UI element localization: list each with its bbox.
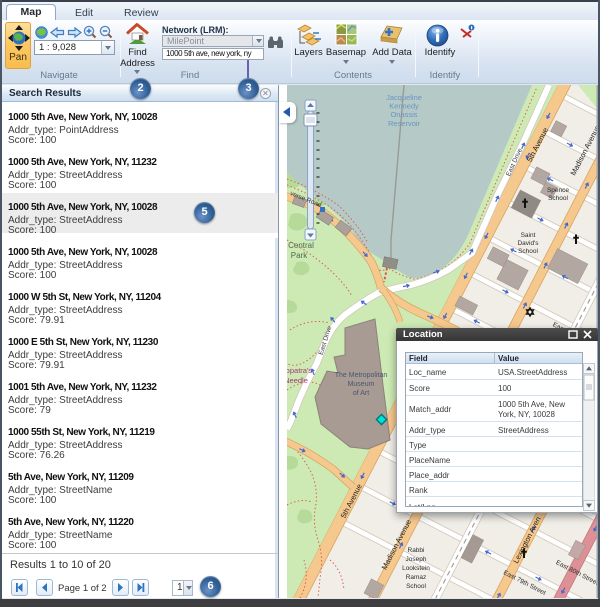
svg-text:School: School — [406, 583, 426, 590]
svg-text:Ramaz: Ramaz — [406, 574, 427, 581]
svg-text:School: School — [518, 248, 538, 255]
svg-text:Reservoir: Reservoir — [388, 119, 421, 128]
svg-text:Central: Central — [288, 241, 314, 250]
svg-text:School: School — [548, 195, 568, 202]
svg-text:Needle: Needle — [287, 376, 308, 385]
svg-text:Joseph: Joseph — [406, 556, 427, 563]
svg-text:David's: David's — [517, 240, 539, 247]
svg-text:Spence: Spence — [547, 187, 569, 194]
svg-text:Rabbi: Rabbi — [408, 547, 425, 554]
svg-text:leopatra's: leopatra's — [287, 366, 312, 375]
svg-text:The Metropolitan: The Metropolitan — [335, 372, 388, 379]
svg-text:Saint: Saint — [521, 232, 536, 239]
svg-text:Lookstein: Lookstein — [402, 565, 430, 572]
svg-text:Park: Park — [291, 251, 308, 260]
svg-text:Museum: Museum — [348, 381, 375, 388]
svg-text:of Art: of Art — [353, 390, 369, 397]
